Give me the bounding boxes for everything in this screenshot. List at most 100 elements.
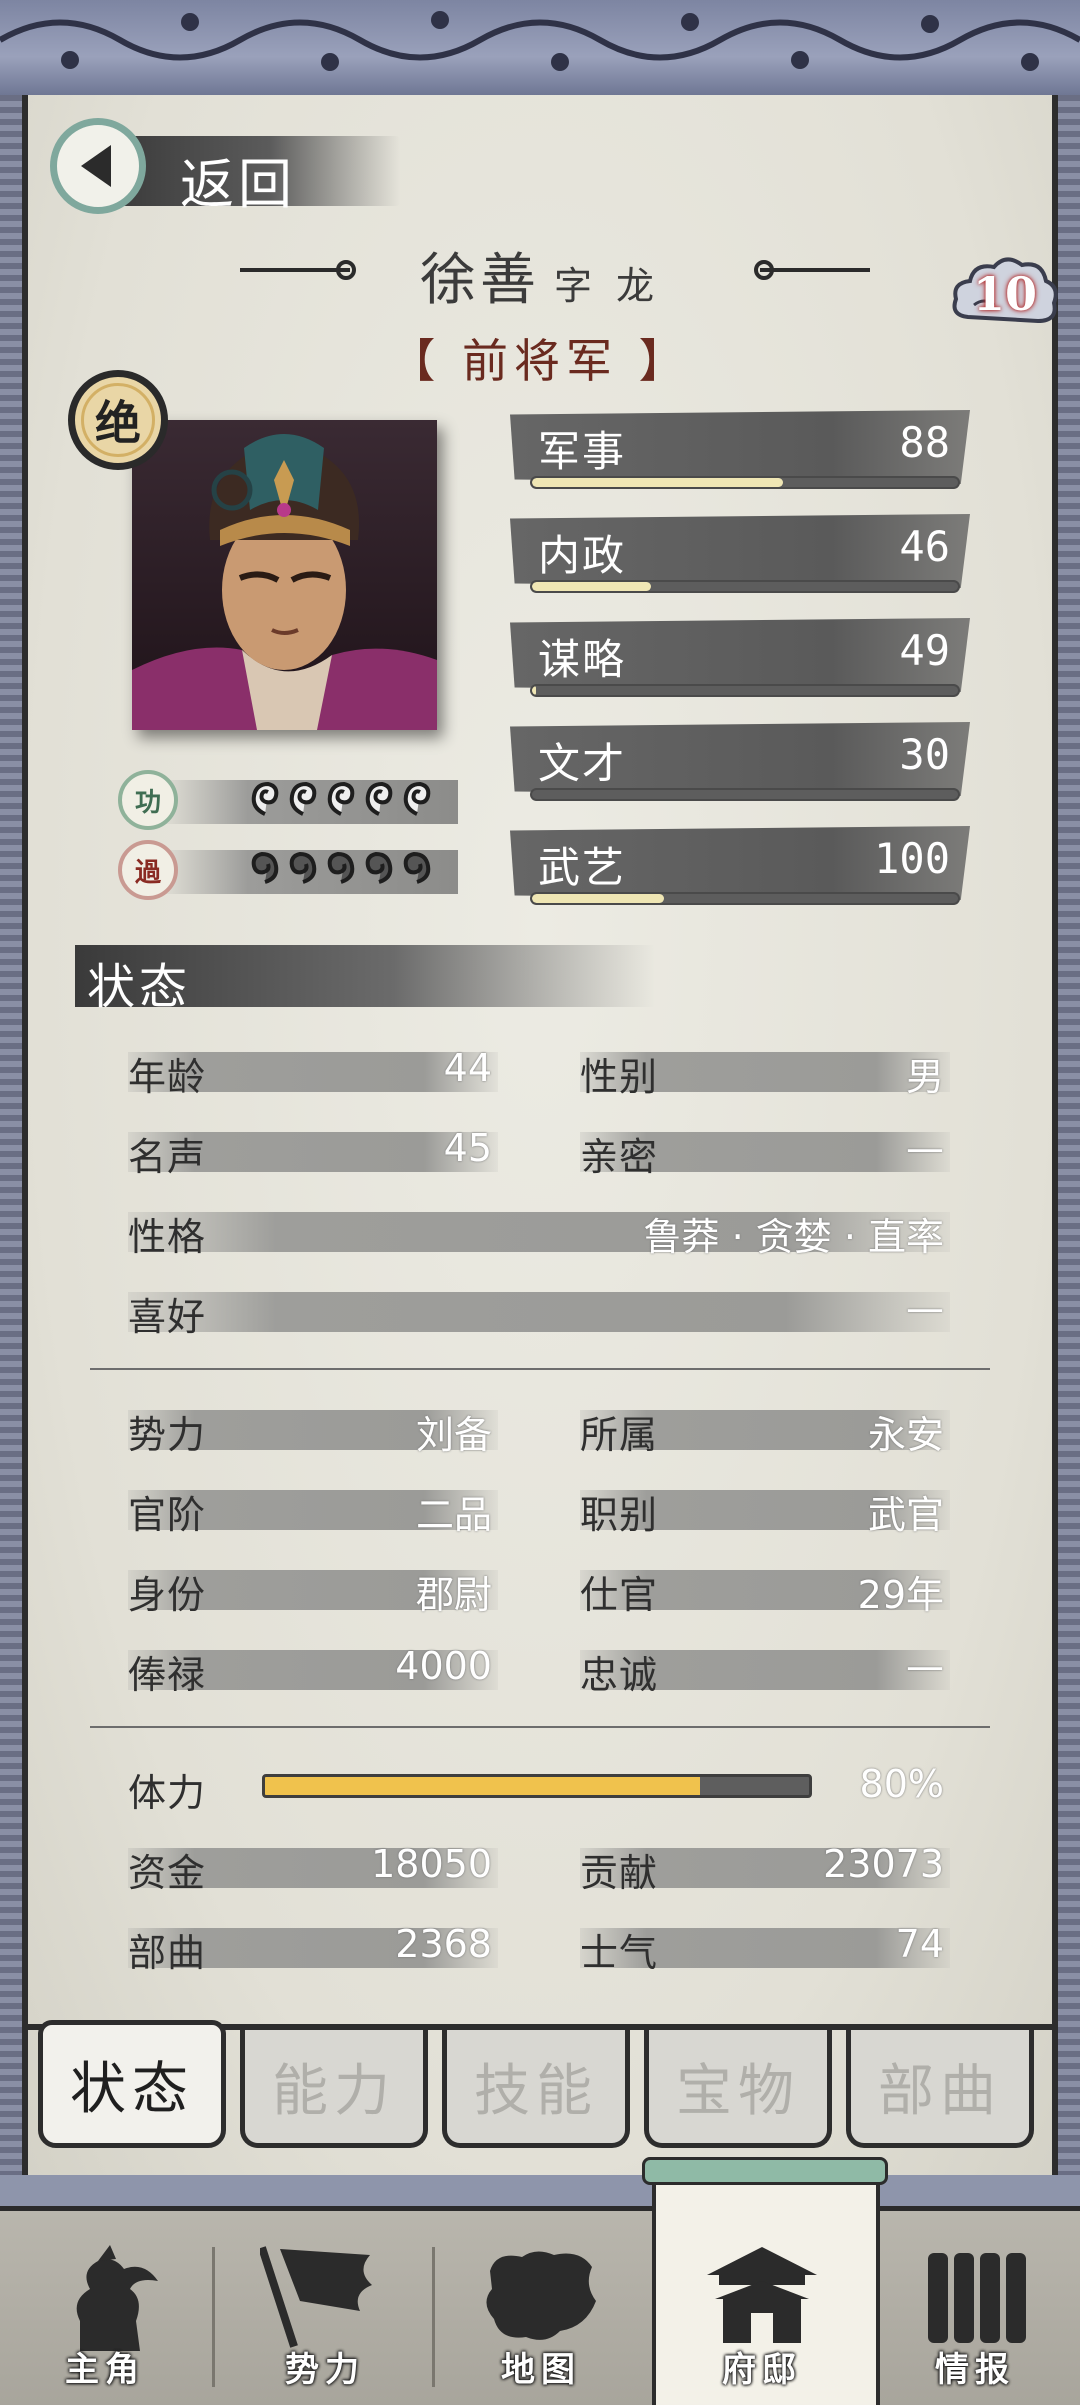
top-decorative-border (0, 0, 1080, 101)
loyalty-value: — (906, 1644, 944, 1688)
nav-label: 地图 (501, 2350, 581, 2390)
service-label: 仕官 (580, 1573, 659, 1617)
hobby-label: 喜好 (128, 1295, 207, 1339)
affiliation-row: 所属 永安 (580, 1404, 950, 1457)
stamina-value: 80% (859, 1762, 944, 1806)
attribute-track (530, 892, 960, 905)
service-value: 29年 (857, 1573, 944, 1617)
merit-swirl-icon (365, 781, 393, 816)
age-label: 年龄 (128, 1055, 207, 1099)
identity-value: 郡尉 (415, 1573, 492, 1617)
morale-label: 士气 (580, 1931, 659, 1975)
courtesy-name: 字 龙 (553, 264, 661, 308)
morale-row: 士气 74 (580, 1922, 950, 1975)
nav-map[interactable]: 地图 (436, 2211, 646, 2405)
nav-label: 情报 (935, 2350, 1015, 2390)
warrior-icon (76, 2245, 158, 2351)
attribute-value: 49 (899, 626, 950, 675)
nav-separator (432, 2247, 435, 2387)
section-divider (90, 1368, 990, 1370)
post-type-row: 职别 武官 (580, 1484, 950, 1537)
gender-value: 男 (905, 1055, 944, 1099)
attribute-track (530, 476, 960, 489)
gender-row: 性别 男 (580, 1046, 950, 1099)
fault-row: 過 (118, 840, 458, 902)
back-button[interactable]: 返回 (50, 118, 400, 218)
attribute-value: 88 (899, 418, 950, 467)
attribute-fill (532, 894, 665, 903)
attribute-track (530, 788, 960, 801)
service-row: 仕官 29年 (580, 1564, 950, 1617)
troops-label: 部曲 (128, 1931, 207, 1975)
funds-label: 资金 (128, 1851, 207, 1895)
merit-swirls (248, 778, 434, 818)
status-section-title: 状态 (87, 959, 192, 1015)
attribute-strategy: 谋略 49 (510, 618, 970, 713)
personality-row: 性格 鲁莽 · 贪婪 · 直率 (128, 1206, 950, 1259)
nav-label: 府邸 (722, 2350, 802, 2390)
nav-label: 主角 (65, 2350, 145, 2390)
attribute-martial: 武艺 100 (510, 826, 970, 921)
morale-value: 74 (895, 1922, 944, 1966)
nav-faction[interactable]: 势力 (220, 2211, 430, 2405)
back-arrow-icon (50, 118, 146, 214)
attribute-value: 30 (899, 730, 950, 779)
tab-ability[interactable]: 能力 (240, 2030, 428, 2148)
fault-swirl-icon (403, 851, 431, 884)
tab-treasure[interactable]: 宝物 (644, 2030, 832, 2148)
fault-swirls (248, 848, 434, 888)
fault-swirl-icon (251, 851, 279, 884)
age-row: 年龄 44 (128, 1046, 498, 1099)
attribute-value: 46 (899, 522, 950, 571)
tab-status[interactable]: 状态 (38, 2020, 226, 2148)
faction-row: 势力 刘备 (128, 1404, 498, 1457)
tab-skills[interactable]: 技能 (442, 2030, 630, 2148)
post-type-label: 职别 (580, 1493, 659, 1537)
nav-separator (212, 2247, 215, 2387)
nav-label: 势力 (285, 2350, 365, 2390)
frame-right (1058, 95, 1080, 2175)
level-badge: 10 (950, 245, 1060, 345)
salary-value: 4000 (395, 1644, 492, 1688)
tab-troops[interactable]: 部曲 (846, 2030, 1034, 2148)
attribute-label: 谋略 (538, 635, 627, 684)
fame-label: 名声 (128, 1135, 207, 1179)
affiliation-label: 所属 (580, 1413, 659, 1457)
nav-active-ornament (642, 2157, 888, 2185)
faction-label: 势力 (128, 1413, 207, 1457)
intimacy-value: — (906, 1126, 944, 1170)
funds-row: 资金 18050 (128, 1842, 498, 1895)
hobby-value: — (906, 1286, 944, 1330)
troops-row: 部曲 2368 (128, 1922, 498, 1975)
attribute-politics: 内政 46 (510, 514, 970, 609)
post-type-value: 武官 (867, 1493, 944, 1537)
character-title: 【 前将军 】 (389, 334, 691, 388)
back-label: 返回 (180, 153, 296, 216)
flag-icon (260, 2246, 372, 2348)
character-name: 徐善 (419, 248, 540, 313)
merit-swirl-icon (251, 781, 279, 816)
merit-swirl-icon (403, 781, 431, 816)
mansion-icon (707, 2247, 817, 2343)
attribute-track (530, 684, 960, 697)
loyalty-row: 忠诚 — (580, 1644, 950, 1697)
merit-swirl-icon (289, 781, 317, 816)
fault-swirl-icon (365, 851, 393, 884)
loyalty-label: 忠诚 (580, 1653, 659, 1697)
nav-protagonist[interactable]: 主角 (0, 2211, 210, 2405)
nav-mansion[interactable]: 府邸 (657, 2211, 867, 2405)
character-portrait[interactable] (132, 420, 437, 730)
merit-swirl-icon (327, 781, 355, 816)
stamina-bar (262, 1774, 812, 1798)
hobby-row: 喜好 — (128, 1286, 950, 1339)
nav-intel[interactable]: 情报 (870, 2211, 1080, 2405)
attribute-fill (532, 478, 784, 487)
fault-swirl-icon (289, 851, 317, 884)
intimacy-row: 亲密 — (580, 1126, 950, 1179)
faction-value: 刘备 (415, 1413, 492, 1457)
contribution-label: 贡献 (580, 1851, 659, 1895)
merit-icon: 功 (118, 770, 178, 830)
troops-value: 2368 (395, 1922, 492, 1966)
rank-badge: 绝 (68, 370, 168, 470)
fault-swirl-icon (327, 851, 355, 884)
